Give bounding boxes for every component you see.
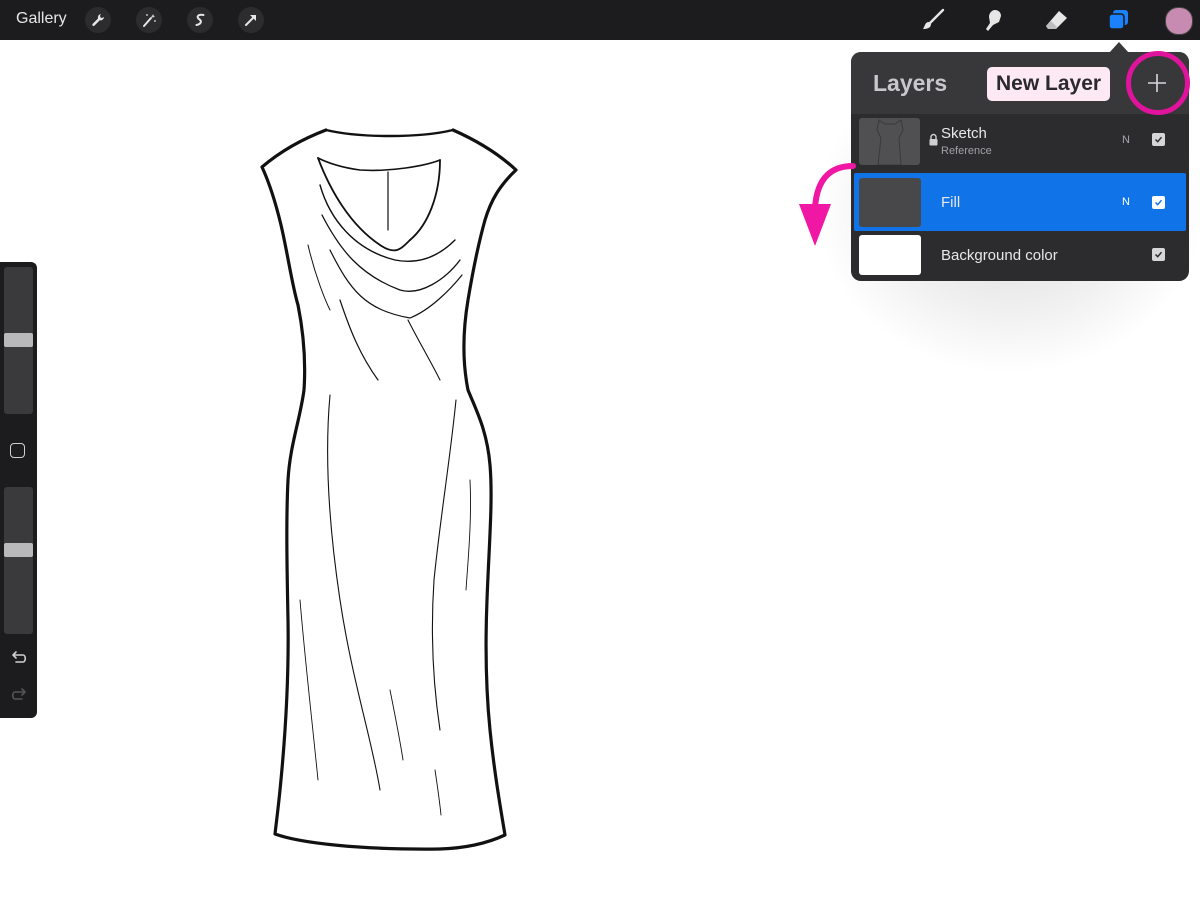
smudge-icon[interactable] <box>979 5 1009 35</box>
layer-row-sketch[interactable]: Sketch Reference N <box>851 115 1189 167</box>
brush-size-slider-knob[interactable] <box>4 333 33 347</box>
lock-icon <box>929 133 938 146</box>
opacity-slider-knob[interactable] <box>4 543 33 557</box>
layer-visibility-checkbox[interactable] <box>1152 133 1165 146</box>
layer-thumbnail-sketch <box>859 118 920 166</box>
wrench-icon[interactable] <box>85 7 111 33</box>
transform-arrow-icon[interactable] <box>238 7 264 33</box>
layer-visibility-checkbox[interactable] <box>1152 248 1165 261</box>
brush-icon[interactable] <box>918 5 948 35</box>
layer-row-fill[interactable]: Fill N <box>854 173 1186 231</box>
new-layer-tooltip: New Layer <box>987 67 1111 101</box>
blend-mode-button[interactable]: N <box>1122 134 1130 146</box>
curved-arrow-down-icon <box>799 163 856 246</box>
layer-name: Background color <box>941 247 1058 264</box>
color-picker-swatch[interactable] <box>1165 7 1193 35</box>
layer-thumbnail-fill <box>859 178 921 227</box>
redo-icon[interactable] <box>9 685 29 705</box>
layer-subtitle: Reference <box>941 145 992 157</box>
eraser-icon[interactable] <box>1041 5 1071 35</box>
magic-wand-icon[interactable] <box>136 7 162 33</box>
layer-name: Sketch <box>941 125 987 142</box>
left-sidebar <box>0 262 37 718</box>
layer-name: Fill <box>941 194 961 211</box>
modify-square-icon[interactable] <box>10 443 25 458</box>
brush-size-slider[interactable] <box>4 267 33 414</box>
layers-icon[interactable] <box>1103 5 1133 35</box>
layers-panel-title: Layers <box>873 70 948 96</box>
opacity-slider[interactable] <box>4 487 33 634</box>
gallery-button[interactable]: Gallery <box>16 10 67 28</box>
layer-visibility-checkbox[interactable] <box>1152 196 1165 209</box>
selection-icon[interactable] <box>187 7 213 33</box>
layer-row-background-color[interactable]: Background color <box>851 232 1189 281</box>
blend-mode-button[interactable]: N <box>1122 196 1130 208</box>
layer-thumbnail-background <box>859 235 921 275</box>
top-toolbar: Gallery <box>0 0 1200 40</box>
undo-icon[interactable] <box>9 648 29 668</box>
highlight-ring-annotation <box>1126 51 1190 115</box>
